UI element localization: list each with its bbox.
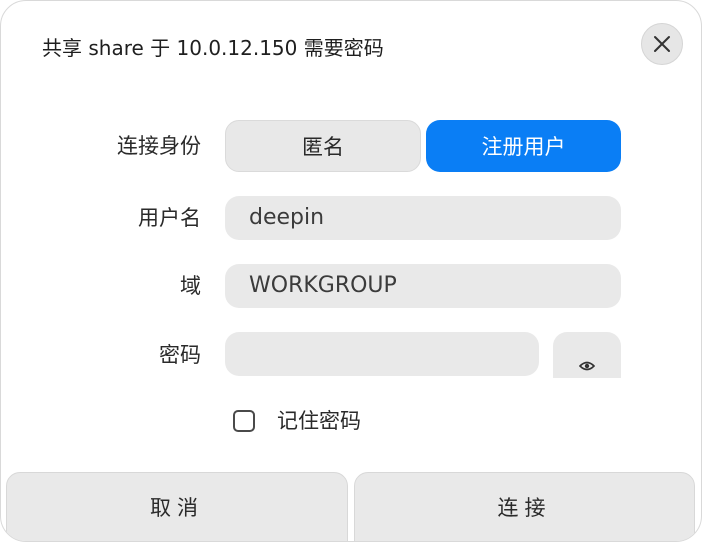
remember-password-checkbox[interactable]: [233, 410, 255, 432]
identity-option-registered[interactable]: 注册用户: [426, 120, 621, 172]
password-dialog: 共享 share 于 10.0.12.150 需要密码 连接身份 匿名 注册用户…: [0, 0, 702, 542]
password-input[interactable]: [225, 332, 539, 376]
identity-label: 连接身份: [117, 134, 201, 158]
remember-password-label: 记住密码: [277, 409, 361, 433]
connect-button[interactable]: 连接: [354, 472, 695, 541]
domain-input[interactable]: WORKGROUP: [225, 264, 621, 308]
identity-option-anonymous[interactable]: 匿名: [225, 120, 421, 172]
dialog-title: 共享 share 于 10.0.12.150 需要密码: [42, 36, 384, 60]
domain-label: 域: [180, 274, 201, 298]
close-icon: [654, 36, 670, 52]
password-label: 密码: [159, 343, 201, 367]
eye-icon: [579, 361, 595, 371]
show-password-button[interactable]: [553, 332, 621, 378]
close-button[interactable]: [641, 23, 683, 65]
cancel-button[interactable]: 取消: [6, 472, 348, 541]
username-label: 用户名: [138, 206, 201, 230]
remember-password-option[interactable]: 记住密码: [233, 406, 361, 436]
username-input[interactable]: deepin: [225, 196, 621, 240]
